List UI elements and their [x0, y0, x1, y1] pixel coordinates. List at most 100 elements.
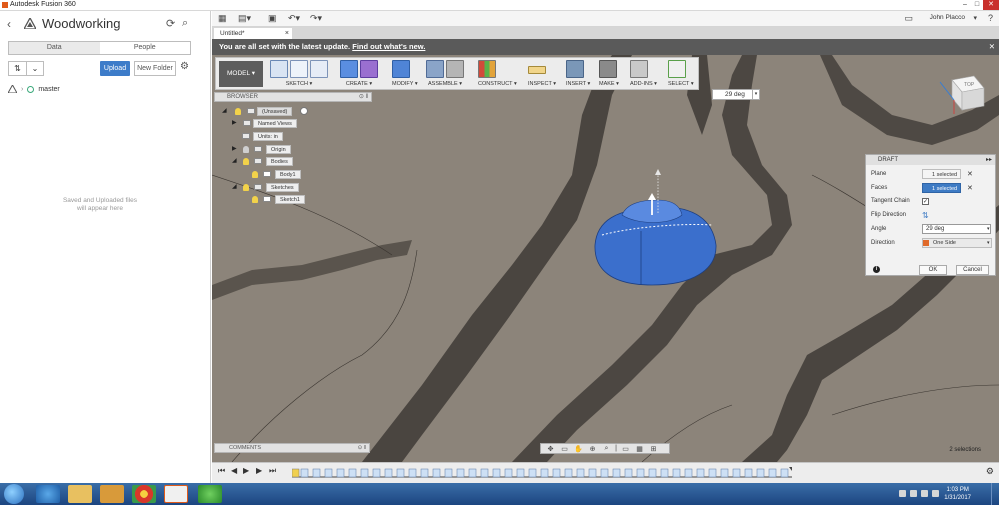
chevron-down-icon[interactable]: ▾	[987, 224, 990, 235]
start-button[interactable]	[4, 484, 24, 504]
radio-active-icon[interactable]	[300, 107, 308, 115]
refresh-icon[interactable]: ⟳	[166, 17, 175, 30]
chrome-icon[interactable]	[132, 485, 156, 503]
fusion-360-taskbar-icon[interactable]	[164, 485, 188, 503]
add-ins-menu-label[interactable]: ADD-INS ▾	[630, 81, 657, 87]
chevron-down-icon[interactable]: ▾	[752, 90, 759, 99]
sketch-menu-label[interactable]: SKETCH ▾	[270, 81, 328, 87]
insert-group[interactable]: INSERT ▾	[566, 60, 590, 89]
collapse-icon[interactable]: ◢	[222, 107, 227, 115]
network-icon[interactable]	[921, 490, 928, 497]
plane-selector[interactable]: 1 selected	[922, 169, 961, 179]
select-icon[interactable]	[668, 60, 686, 78]
measure-icon[interactable]	[528, 66, 546, 74]
pan-icon[interactable]: ✋	[572, 445, 585, 453]
media-player-icon[interactable]	[100, 485, 124, 503]
tab-data[interactable]: Data	[9, 42, 100, 54]
visibility-bulb-icon[interactable]	[235, 108, 241, 115]
timeline-sketch-feature[interactable]	[292, 468, 300, 478]
sort-icon[interactable]: ⇅	[9, 62, 26, 75]
select-group[interactable]: SELECT ▾	[668, 60, 694, 89]
make-menu-label[interactable]: MAKE ▾	[599, 81, 619, 87]
user-account-menu[interactable]: John Placco	[930, 14, 965, 21]
job-status-icon[interactable]: ▭	[904, 13, 913, 24]
sketch-group[interactable]: SKETCH ▾	[270, 60, 328, 89]
volume-icon[interactable]	[932, 490, 939, 497]
extrude-icon[interactable]	[340, 60, 358, 78]
expand-icon[interactable]: ▶	[232, 145, 237, 153]
go-to-end-icon[interactable]: ⏭	[269, 466, 276, 476]
user-menu-chevron-icon[interactable]: ▾	[973, 14, 977, 22]
construct-group[interactable]: CONSTRUCT ▾	[478, 60, 517, 89]
form-icon[interactable]	[360, 60, 378, 78]
redo-icon[interactable]: ↷▾	[310, 13, 322, 24]
chevron-down-icon[interactable]: ⌄	[25, 62, 43, 75]
comments-panel-header[interactable]: COMMENTS ⊙ ‖	[214, 443, 370, 453]
timeline-settings-gear-icon[interactable]: ⚙	[986, 466, 994, 477]
save-icon[interactable]: ▣	[268, 13, 277, 24]
angle-input[interactable]: 29 deg	[922, 224, 991, 234]
internet-explorer-icon[interactable]	[36, 485, 60, 503]
press-pull-icon[interactable]	[392, 60, 410, 78]
viewports-icon[interactable]: ⊞	[647, 445, 660, 453]
create-group[interactable]: CREATE ▾	[340, 60, 378, 89]
create-menu-label[interactable]: CREATE ▾	[340, 81, 378, 87]
close-tab-icon[interactable]: ×	[285, 28, 289, 39]
draft-dialog-header[interactable]: DRAFT ▸▸	[866, 155, 995, 165]
expand-dialog-icon[interactable]: ▸▸	[986, 155, 992, 165]
info-icon[interactable]: i	[873, 266, 880, 273]
modify-menu-label[interactable]: MODIFY ▾	[392, 81, 418, 87]
inspect-menu-label[interactable]: INSPECT ▾	[528, 81, 556, 87]
tray-icon[interactable]	[899, 490, 906, 497]
timeline-marker[interactable]	[789, 467, 792, 471]
branch-breadcrumb[interactable]: › master	[8, 83, 60, 95]
make-group[interactable]: MAKE ▾	[599, 60, 619, 89]
tab-people[interactable]: People	[100, 42, 191, 54]
faces-selector[interactable]: 1 selected	[922, 183, 961, 193]
joint-icon[interactable]	[446, 60, 464, 78]
create-sketch-icon[interactable]	[270, 60, 288, 78]
close-banner-icon[interactable]: ✕	[989, 39, 995, 55]
view-cube[interactable]: TOP	[938, 70, 988, 115]
browser-controls-icon[interactable]: ⊙ ‖	[359, 93, 368, 101]
cancel-button[interactable]: Cancel	[956, 265, 989, 275]
expand-icon[interactable]: ▶	[232, 119, 237, 127]
clear-faces-icon[interactable]: ✕	[967, 183, 973, 194]
clock[interactable]: 1:03 PM 1/31/2017	[944, 486, 971, 502]
assemble-menu-label[interactable]: ASSEMBLE ▾	[426, 81, 464, 87]
tangent-chain-checkbox[interactable]: ✓	[922, 198, 929, 205]
timeline-features[interactable]	[300, 468, 789, 478]
minimize-icon[interactable]: –	[959, 0, 971, 10]
flag-icon[interactable]	[910, 490, 917, 497]
modify-group[interactable]: MODIFY ▾	[392, 60, 418, 89]
direction-select[interactable]: One Side	[922, 238, 992, 248]
ok-button[interactable]: OK	[919, 265, 947, 275]
utility-app-icon[interactable]	[198, 485, 222, 503]
show-desktop-button[interactable]	[991, 483, 999, 505]
chevron-down-icon[interactable]: ▾	[987, 238, 990, 249]
clear-plane-icon[interactable]: ✕	[967, 169, 973, 180]
zoom-window-icon[interactable]: ⊕	[586, 445, 599, 453]
look-at-icon[interactable]: ▭	[558, 445, 571, 453]
upload-button[interactable]: Upload	[100, 61, 130, 76]
maximize-icon[interactable]: □	[971, 0, 983, 10]
insert-menu-label[interactable]: INSERT ▾	[566, 81, 590, 87]
select-menu-label[interactable]: SELECT ▾	[668, 81, 694, 87]
new-component-icon[interactable]	[426, 60, 444, 78]
display-settings-icon[interactable]: ▭	[619, 445, 632, 453]
document-tab[interactable]: Untitled* ×	[214, 28, 292, 39]
play-icon[interactable]: ▶	[243, 466, 249, 475]
grid-menu-icon[interactable]: ▦	[218, 13, 227, 24]
step-back-icon[interactable]: ◀	[231, 466, 237, 475]
undo-icon[interactable]: ↶▾	[288, 13, 300, 24]
whats-new-link[interactable]: Find out what's new.	[352, 42, 425, 51]
comments-controls-icon[interactable]: ⊙ ‖	[358, 444, 366, 452]
flip-direction-icon[interactable]: ⇅	[922, 210, 929, 221]
rectangle-icon[interactable]	[310, 60, 328, 78]
visibility-bulb-icon[interactable]	[252, 171, 258, 178]
visibility-bulb-icon[interactable]	[252, 196, 258, 203]
gear-icon[interactable]: ⚙	[180, 61, 189, 72]
collapse-icon[interactable]: ◢	[232, 183, 237, 191]
line-icon[interactable]	[290, 60, 308, 78]
browser-panel-header[interactable]: BROWSER ⊙ ‖	[214, 92, 372, 102]
